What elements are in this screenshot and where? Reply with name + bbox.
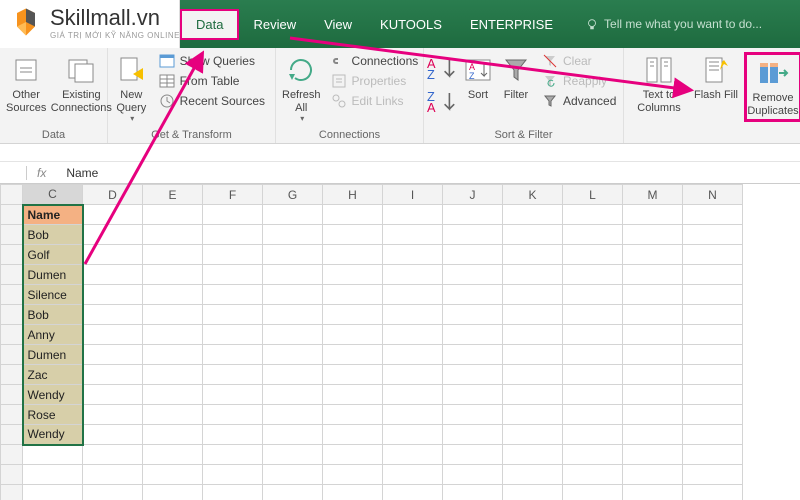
table-row[interactable]: Silence bbox=[1, 285, 743, 305]
refresh-all-button[interactable]: Refresh All bbox=[282, 52, 321, 123]
table-row[interactable]: Zac bbox=[1, 365, 743, 385]
sort-az-icon: AZ bbox=[427, 54, 459, 82]
tab-view[interactable]: View bbox=[310, 11, 366, 38]
table-row[interactable]: Dumen bbox=[1, 265, 743, 285]
group-label-get-transform: Get & Transform bbox=[114, 129, 269, 141]
existing-connections-button[interactable]: Existing Connections bbox=[52, 52, 110, 114]
clear-filter-button[interactable]: Clear bbox=[538, 52, 620, 70]
connections-button[interactable]: Connections bbox=[327, 52, 423, 70]
flash-fill-button[interactable]: Flash Fill bbox=[694, 52, 738, 102]
table-row[interactable]: Anny bbox=[1, 325, 743, 345]
text-to-columns-button[interactable]: Text to Columns bbox=[630, 52, 688, 114]
remove-duplicates-button[interactable]: Remove Duplicates bbox=[744, 52, 800, 122]
tab-kutools[interactable]: KUTOOLS bbox=[366, 11, 456, 38]
table-row[interactable]: Wendy bbox=[1, 385, 743, 405]
table-row[interactable]: Dumen bbox=[1, 345, 743, 365]
from-table-button[interactable]: From Table bbox=[155, 72, 269, 90]
spreadsheet-grid[interactable]: CDEFGHIJKLMNNameBobGolfDumenSilenceBobAn… bbox=[0, 184, 800, 500]
brand-tagline: GIÁ TRỊ MỚI KỸ NĂNG ONLINE bbox=[50, 31, 180, 40]
advanced-filter-button[interactable]: Advanced bbox=[538, 92, 620, 110]
group-label-sort-filter: Sort & Filter bbox=[430, 129, 617, 141]
table-icon bbox=[159, 53, 175, 69]
ribbon: Other Sources Existing Connections Data … bbox=[0, 48, 800, 144]
show-queries-button[interactable]: Show Queries bbox=[155, 52, 269, 70]
new-query-icon bbox=[115, 54, 147, 86]
other-sources-button[interactable]: Other Sources bbox=[6, 52, 46, 114]
table-row[interactable]: Bob bbox=[1, 305, 743, 325]
formula-value[interactable]: Name bbox=[56, 166, 98, 180]
tab-data[interactable]: Data bbox=[180, 9, 239, 40]
properties-button[interactable]: Properties bbox=[327, 72, 423, 90]
reapply-icon bbox=[542, 73, 558, 89]
group-label-connections: Connections bbox=[282, 129, 417, 141]
sort-dialog-icon: AZ bbox=[462, 54, 494, 86]
clear-icon bbox=[542, 53, 558, 69]
external-data-icon bbox=[10, 54, 42, 86]
connections-icon bbox=[65, 54, 97, 86]
edit-links-icon bbox=[331, 93, 347, 109]
refresh-icon bbox=[285, 54, 317, 86]
flash-fill-icon bbox=[700, 54, 732, 86]
table-small-icon bbox=[159, 73, 175, 89]
sort-za-icon: ZA bbox=[427, 87, 459, 115]
svg-text:Z: Z bbox=[469, 71, 475, 81]
tab-enterprise[interactable]: ENTERPRISE bbox=[456, 11, 567, 38]
tell-me-search[interactable]: Tell me what you want to do... bbox=[585, 17, 762, 31]
advanced-icon bbox=[542, 93, 558, 109]
recent-sources-button[interactable]: Recent Sources bbox=[155, 92, 269, 110]
new-query-button[interactable]: New Query bbox=[114, 52, 149, 123]
brand-name: Skillmall.vn bbox=[50, 5, 180, 31]
filter-button[interactable]: Filter bbox=[500, 52, 532, 102]
table-row[interactable]: Wendy bbox=[1, 425, 743, 445]
fx-label[interactable]: fx bbox=[26, 166, 56, 180]
remove-duplicates-icon bbox=[757, 57, 789, 89]
formula-bar: fx Name bbox=[0, 162, 800, 184]
properties-icon bbox=[331, 73, 347, 89]
table-row[interactable]: Name bbox=[1, 205, 743, 225]
edit-links-button[interactable]: Edit Links bbox=[327, 92, 423, 110]
filter-icon bbox=[500, 54, 532, 86]
svg-text:Z: Z bbox=[427, 67, 435, 82]
svg-text:A: A bbox=[427, 100, 436, 115]
table-row[interactable]: Golf bbox=[1, 245, 743, 265]
table-row[interactable]: Rose bbox=[1, 405, 743, 425]
tab-review[interactable]: Review bbox=[239, 11, 310, 38]
link-icon bbox=[331, 53, 347, 69]
brand: Skillmall.vn GIÁ TRỊ MỚI KỸ NĂNG ONLINE bbox=[8, 4, 180, 40]
recent-icon bbox=[159, 93, 175, 109]
brand-logo-icon bbox=[8, 4, 44, 40]
text-to-columns-icon bbox=[643, 54, 675, 86]
sort-az-button[interactable]: AZ ZA bbox=[430, 52, 456, 121]
group-label-data: Data bbox=[6, 129, 101, 141]
bulb-icon bbox=[585, 17, 599, 31]
sort-button[interactable]: AZ Sort bbox=[462, 52, 494, 102]
table-row[interactable]: Bob bbox=[1, 225, 743, 245]
reapply-button[interactable]: Reapply bbox=[538, 72, 620, 90]
